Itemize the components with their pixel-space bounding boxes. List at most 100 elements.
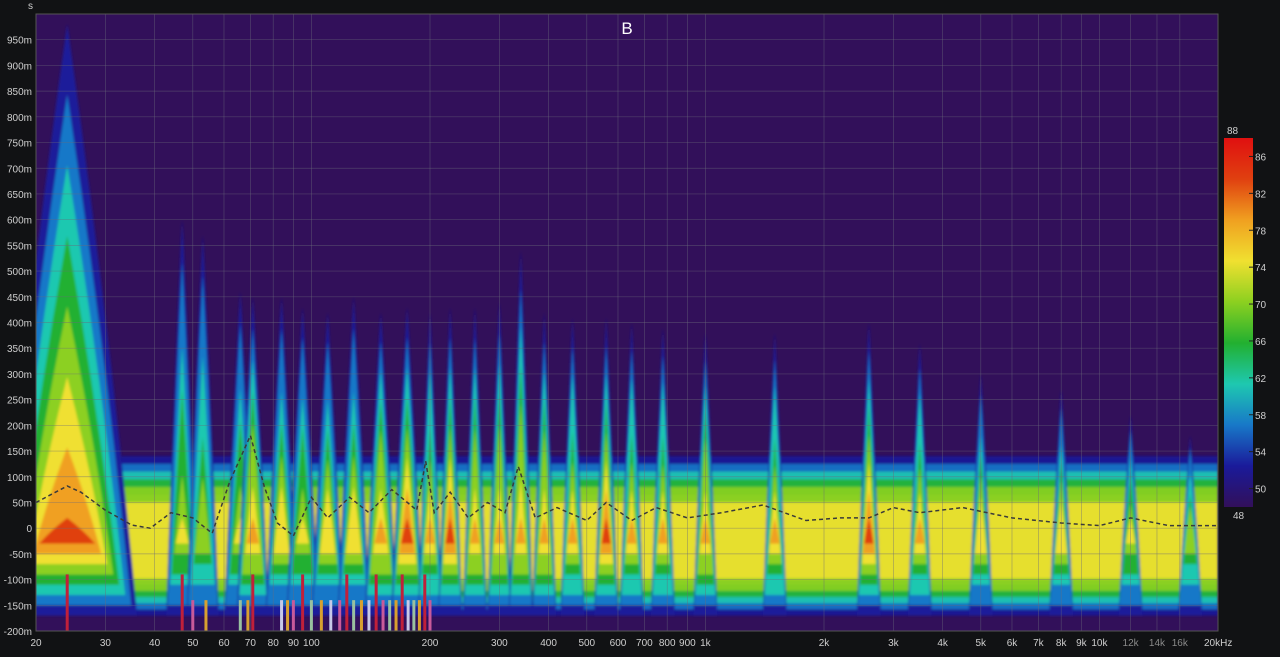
mode-marker (406, 600, 410, 631)
colorbar-max-label: 88 (1227, 126, 1239, 137)
mode-marker (291, 600, 295, 631)
y-unit-label: s (28, 1, 33, 12)
mode-marker (423, 574, 427, 631)
mode-marker (204, 600, 208, 631)
colorbar-tick-label: 82 (1255, 189, 1267, 200)
y-tick-label: -100m (4, 576, 32, 587)
y-tick-label: 100m (7, 473, 32, 484)
colorbar-tick-label: 62 (1255, 374, 1267, 385)
y-tick-label: 600m (7, 216, 32, 227)
chart-svg: 950m 900m 850m 800m 750m 700m 650m 600m 550m 500m… (0, 0, 1280, 652)
y-tick-label: 150m (7, 447, 32, 458)
x-tick-label: 50 (187, 638, 199, 649)
mode-marker (286, 600, 290, 631)
colorbar-tick-label: 74 (1255, 263, 1267, 274)
x-tick-label: 20 (30, 638, 42, 649)
x-tick-label: 16k (1172, 638, 1189, 649)
y-tick-label: -150m (4, 601, 32, 612)
x-tick-label: 14k (1149, 638, 1166, 649)
y-tick-label: 900m (7, 61, 32, 72)
x-tick-label: 90 (288, 638, 300, 649)
mode-marker (345, 574, 349, 631)
x-tick-label: 4k (937, 638, 949, 649)
y-tick-label: 650m (7, 190, 32, 201)
y-tick-label: 450m (7, 293, 32, 304)
y-tick-label: 250m (7, 396, 32, 407)
x-tick-label: 6k (1007, 638, 1019, 649)
mode-marker (238, 600, 242, 631)
y-tick-label: 300m (7, 370, 32, 381)
y-tick-label: 800m (7, 113, 32, 124)
x-tick-label: 600 (610, 638, 627, 649)
mode-marker (301, 574, 305, 631)
mode-marker (394, 600, 398, 631)
mode-marker (246, 600, 250, 631)
mode-marker (180, 574, 184, 631)
mode-marker (412, 600, 416, 631)
x-tick-label: 300 (491, 638, 508, 649)
x-tick-label: 900 (679, 638, 696, 649)
x-tick-label: 8k (1056, 638, 1068, 649)
x-tick-label: 12k (1123, 638, 1140, 649)
mode-marker (417, 600, 421, 631)
x-tick-label: 700 (636, 638, 653, 649)
x-tick-label: 3k (888, 638, 900, 649)
x-tick-label: 2k (819, 638, 831, 649)
mode-marker (428, 600, 432, 631)
mode-marker (381, 600, 385, 631)
y-tick-label: 0 (26, 524, 32, 535)
colorbar-tick-label: 70 (1255, 300, 1267, 311)
x-tick-label: 9k (1076, 638, 1088, 649)
mode-marker (251, 574, 255, 631)
y-tick-label: 400m (7, 319, 32, 330)
colorbar-tick-label: 66 (1255, 337, 1267, 348)
x-tick-label: 1k (700, 638, 712, 649)
y-tick-label: 350m (7, 344, 32, 355)
y-tick-label: -200m (4, 627, 32, 638)
chart-title: B (621, 19, 632, 38)
mode-marker (374, 574, 378, 631)
colorbar-gradient (1224, 138, 1253, 507)
mode-marker (388, 600, 392, 631)
y-tick-label: 700m (7, 164, 32, 175)
mode-marker (309, 600, 313, 631)
x-tick-label: 40 (149, 638, 161, 649)
mode-marker (65, 574, 69, 631)
mode-marker (338, 600, 342, 631)
y-tick-label: 200m (7, 421, 32, 432)
y-tick-label: 550m (7, 241, 32, 252)
y-tick-label: 750m (7, 139, 32, 150)
y-tick-label: 950m (7, 36, 32, 47)
colorbar-tick-label: 54 (1255, 448, 1267, 459)
x-tick-label: 60 (218, 638, 230, 649)
x-tick-label: 10k (1091, 638, 1108, 649)
y-tick-label: 50m (13, 498, 32, 509)
y-tick-label: 500m (7, 267, 32, 278)
x-tick-label: 80 (268, 638, 280, 649)
x-tick-label: 5k (976, 638, 988, 649)
colorbar-tick-label: 78 (1255, 226, 1267, 237)
waterfall-chart: 950m 900m 850m 800m 750m 700m 650m 600m 550m 500m… (0, 0, 1280, 652)
colorbar-min-label: 48 (1233, 511, 1245, 522)
mode-marker (367, 600, 371, 631)
x-tick-label: 500 (578, 638, 595, 649)
mode-marker (319, 600, 323, 631)
colorbar-tick-label: 50 (1255, 485, 1267, 496)
colorbar-tick-label: 86 (1255, 152, 1267, 163)
mode-marker (359, 600, 363, 631)
mode-marker (400, 574, 404, 631)
x-tick-label: 100 (303, 638, 320, 649)
mode-marker (191, 600, 195, 631)
y-tick-label: -50m (9, 550, 32, 561)
mode-marker (280, 600, 284, 631)
y-tick-label: 850m (7, 87, 32, 98)
x-tick-label: 30 (100, 638, 112, 649)
x-tick-label: 200 (422, 638, 439, 649)
x-tick-label: 400 (540, 638, 557, 649)
x-tick-label: 70 (245, 638, 257, 649)
x-tick-label: 800 (659, 638, 676, 649)
x-tick-label: 20kHz (1204, 638, 1232, 649)
x-tick-label: 7k (1033, 638, 1045, 649)
colorbar-tick-label: 58 (1255, 411, 1267, 422)
mode-marker (352, 600, 356, 631)
